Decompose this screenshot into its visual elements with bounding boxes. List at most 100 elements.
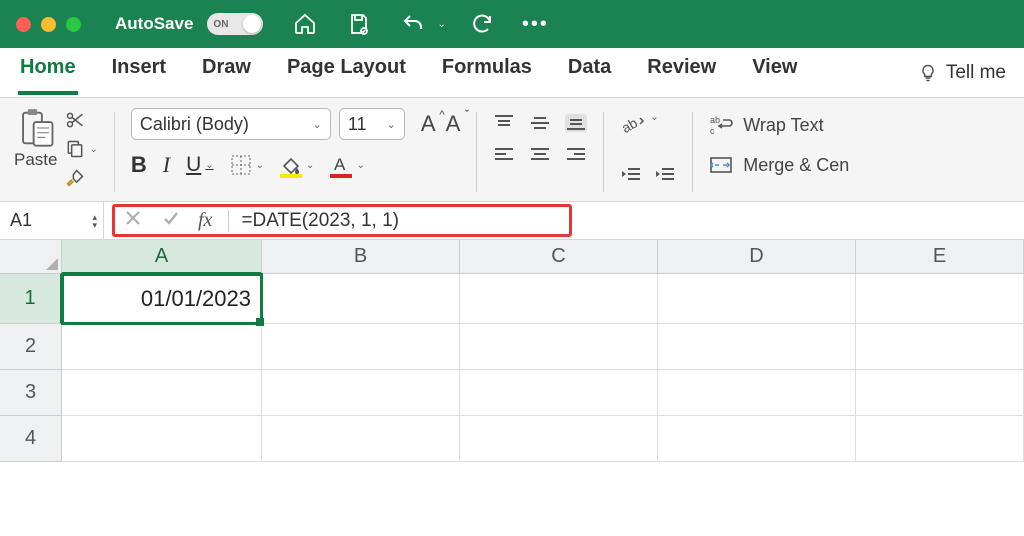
cell-B4[interactable]	[262, 416, 460, 462]
borders-button[interactable]: ⌄	[230, 154, 264, 176]
row-header-4[interactable]: 4	[0, 416, 62, 462]
home-icon[interactable]	[293, 12, 317, 36]
tab-draw[interactable]: Draw	[200, 50, 253, 95]
name-box-spinner[interactable]: ▴▾	[92, 213, 97, 229]
font-color-button[interactable]: A ⌄	[330, 154, 364, 176]
cell-A1[interactable]: 01/01/2023	[62, 274, 262, 324]
increase-indent-icon[interactable]	[654, 166, 676, 184]
orientation-button[interactable]: ab ⌄	[620, 108, 676, 138]
redo-icon[interactable]	[470, 12, 494, 36]
cell-E4[interactable]	[856, 416, 1024, 462]
fill-color-button[interactable]: ⌄	[280, 154, 314, 176]
cell-C3[interactable]	[460, 370, 658, 416]
ribbon-panel: Paste ⌄ Calibri (Body) ⌄ 11 ⌄	[0, 98, 1024, 202]
row-header-1[interactable]: 1	[0, 274, 62, 324]
cell-E1[interactable]	[856, 274, 1024, 324]
window-titlebar: AutoSave ON ⌄ •••	[0, 0, 1024, 48]
cell-D2[interactable]	[658, 324, 856, 370]
align-middle-icon[interactable]	[529, 114, 551, 132]
cell-C4[interactable]	[460, 416, 658, 462]
tab-review[interactable]: Review	[645, 50, 718, 95]
font-size-combo[interactable]: 11 ⌄	[339, 108, 405, 140]
merge-icon	[709, 154, 733, 176]
decrease-font-size-button[interactable]: A	[446, 111, 461, 137]
underline-button[interactable]: U⌄	[186, 153, 214, 177]
column-header-C[interactable]: C	[460, 240, 658, 274]
cell-B1[interactable]	[262, 274, 460, 324]
undo-icon[interactable]	[401, 12, 425, 36]
cell-A2[interactable]	[62, 324, 262, 370]
cell-C2[interactable]	[460, 324, 658, 370]
column-header-B[interactable]: B	[262, 240, 460, 274]
tab-formulas[interactable]: Formulas	[440, 50, 534, 95]
chevron-down-icon: ⌄	[356, 160, 364, 171]
fx-label[interactable]: fx	[198, 209, 212, 232]
cell-A4[interactable]	[62, 416, 262, 462]
cell-E3[interactable]	[856, 370, 1024, 416]
cell-D3[interactable]	[658, 370, 856, 416]
tell-me-search[interactable]: Tell me	[918, 62, 1006, 84]
tab-view[interactable]: View	[750, 50, 799, 95]
formula-bar-row: A1 ▴▾ fx	[0, 202, 1024, 240]
font-size-value: 11	[348, 114, 367, 135]
wrap-text-button[interactable]: abc Wrap Text	[709, 114, 849, 136]
cell-B3[interactable]	[262, 370, 460, 416]
font-name-combo[interactable]: Calibri (Body) ⌄	[131, 108, 331, 140]
cell-B2[interactable]	[262, 324, 460, 370]
chevron-down-icon: ⌄	[205, 160, 213, 171]
cell-E2[interactable]	[856, 324, 1024, 370]
align-center-icon[interactable]	[529, 146, 551, 164]
align-left-icon[interactable]	[493, 146, 515, 164]
group-divider	[114, 112, 115, 192]
more-commands-icon[interactable]: •••	[522, 13, 549, 36]
column-header-D[interactable]: D	[658, 240, 856, 274]
merge-center-button[interactable]: Merge & Cen	[709, 154, 849, 176]
name-box[interactable]: A1 ▴▾	[0, 202, 104, 239]
undo-dropdown-caret[interactable]: ⌄	[437, 19, 445, 30]
bucket-icon	[280, 154, 302, 176]
format-painter-button[interactable]	[65, 168, 97, 188]
orientation-group: ab ⌄	[620, 108, 676, 195]
bold-button[interactable]: B	[131, 152, 147, 178]
close-window-button[interactable]	[16, 17, 31, 32]
wrap-text-icon: abc	[709, 114, 733, 136]
cancel-formula-button[interactable]	[124, 209, 142, 232]
fx-divider	[228, 210, 229, 232]
column-header-A[interactable]: A	[62, 240, 262, 274]
worksheet-grid[interactable]: A B C D E 1 01/01/2023 2 3 4	[0, 240, 1024, 462]
chevron-down-icon: ⌄	[387, 118, 396, 131]
row-header-2[interactable]: 2	[0, 324, 62, 370]
paste-button[interactable]: Paste	[14, 108, 57, 170]
cut-button[interactable]	[65, 110, 97, 130]
cell-C1[interactable]	[460, 274, 658, 324]
svg-text:ab: ab	[710, 115, 720, 125]
minimize-window-button[interactable]	[41, 17, 56, 32]
align-right-icon[interactable]	[565, 146, 587, 164]
autosave-toggle[interactable]: ON	[207, 13, 263, 35]
save-icon[interactable]	[347, 12, 371, 36]
tab-insert[interactable]: Insert	[110, 50, 168, 95]
row-header-3[interactable]: 3	[0, 370, 62, 416]
tab-home[interactable]: Home	[18, 50, 78, 95]
select-all-corner[interactable]	[0, 240, 62, 274]
svg-text:A: A	[334, 155, 346, 174]
enter-formula-button[interactable]	[162, 209, 180, 232]
tab-page-layout[interactable]: Page Layout	[285, 50, 408, 95]
font-name-value: Calibri (Body)	[140, 114, 249, 135]
increase-font-size-button[interactable]: A	[421, 111, 436, 137]
align-bottom-icon[interactable]	[565, 114, 587, 132]
cell-A3[interactable]	[62, 370, 262, 416]
lightbulb-icon	[918, 63, 938, 83]
decrease-indent-icon[interactable]	[620, 166, 642, 184]
maximize-window-button[interactable]	[66, 17, 81, 32]
cell-D4[interactable]	[658, 416, 856, 462]
column-header-E[interactable]: E	[856, 240, 1024, 274]
copy-button[interactable]: ⌄	[65, 139, 97, 159]
formula-input[interactable]	[241, 210, 1024, 232]
align-top-icon[interactable]	[493, 114, 515, 132]
cell-D1[interactable]	[658, 274, 856, 324]
autosave-label: AutoSave	[115, 14, 193, 34]
italic-button[interactable]: I	[163, 152, 170, 178]
copy-dropdown-caret[interactable]: ⌄	[89, 144, 97, 155]
tab-data[interactable]: Data	[566, 50, 613, 95]
